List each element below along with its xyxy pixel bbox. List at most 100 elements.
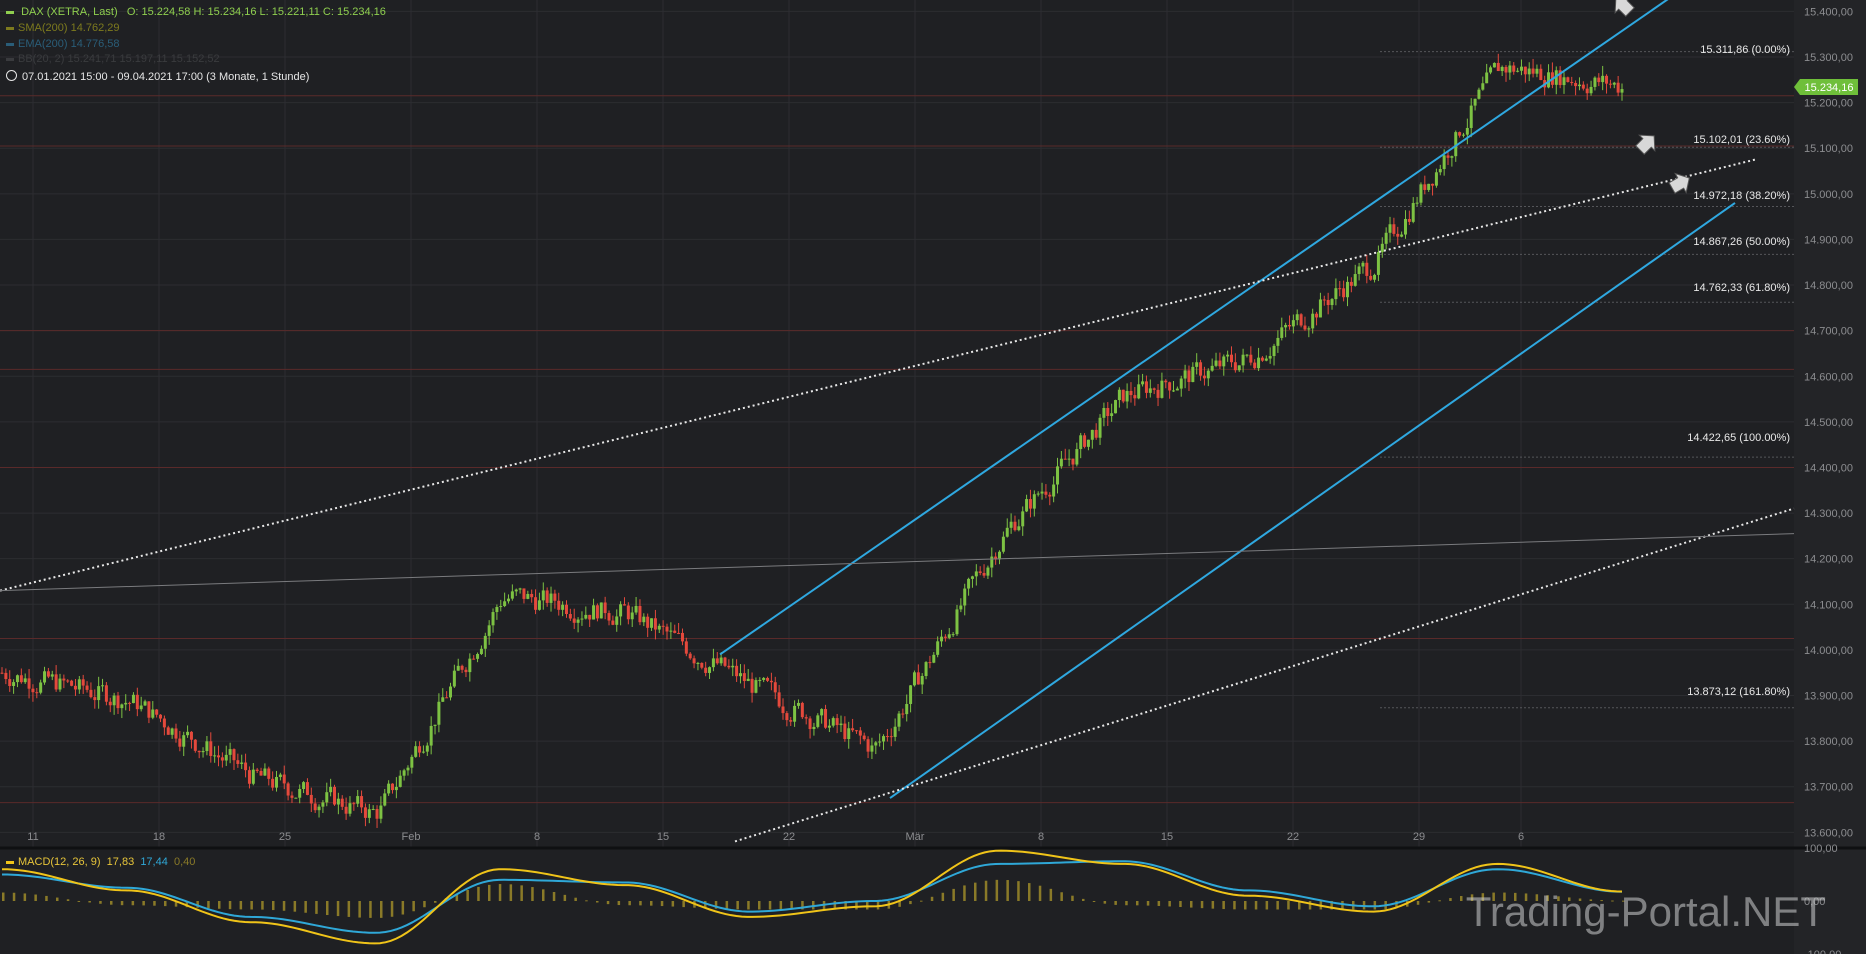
candle-body [1021,511,1025,527]
candle-body [731,665,735,668]
candle-body [1268,356,1272,359]
line-swatch-icon [6,42,14,46]
candle-body [711,658,715,668]
candle-body [1106,408,1110,417]
macd-histogram-bar [606,901,610,905]
fib-label-618: 14.762,33 (61.80%) [1693,282,1790,294]
candle-body [831,718,835,726]
macd-histogram-bar [1233,901,1236,910]
candle-body [159,714,163,719]
candle-body [1229,354,1233,363]
candle-body [104,685,108,702]
candle-body [1001,536,1005,552]
candle-body [592,605,596,620]
candle-body [1090,429,1094,440]
candle-body [418,746,422,753]
legend-bollinger[interactable]: BB(20, 2) 15.241,71 15.197,11 15.152,52 [6,53,220,65]
candle-body [1164,380,1168,383]
candle-body [1249,354,1253,363]
candle-body [1489,67,1493,73]
macd-histogram-bar [1200,901,1204,909]
candle-body [278,774,282,777]
candle-body [1620,89,1624,93]
macd-histogram-bar [293,901,297,912]
candle-body [537,600,541,610]
candle-body [468,658,472,673]
y-tick-label: 15.100,00 [1804,143,1853,155]
candle-body [1570,82,1574,84]
candle-body [1098,417,1102,438]
candle-body [1407,218,1411,222]
candle-body [89,689,93,698]
candle-body [1593,77,1597,87]
candle-body [1129,390,1133,396]
x-tick-label: Mär [906,831,925,843]
hist-value: 0,40 [173,856,196,868]
candle-body [800,702,804,718]
candle-body [1531,68,1535,74]
candle-body [135,694,139,710]
fib-label-236: 15.102,01 (23.60%) [1693,134,1790,146]
candle-body [967,578,971,589]
legend-sma[interactable]: SMA(200) 14.762,29 [6,22,120,34]
candle-body [1527,68,1531,75]
candle-body [491,612,495,626]
macd-histogram-bar [66,899,70,901]
candle-body [1187,370,1191,383]
y-tick-label: 15.000,00 [1804,189,1853,201]
macd-histogram-bar [1136,901,1139,906]
candle-body [1477,89,1481,99]
candle-body [1013,521,1017,531]
macd-histogram-bar [920,900,923,902]
candle-body [715,658,719,664]
candle-body [839,723,843,726]
candle-body [220,757,224,761]
candle-body [1276,337,1280,346]
candle-body [101,685,105,687]
candle-body [1257,357,1261,369]
candle-body [1612,82,1616,85]
candle-body [1083,435,1087,447]
candle-body [1396,233,1400,237]
macd-histogram-bar [315,901,318,914]
legend-instrument[interactable]: DAX (XETRA, Last) O: 15.224,58 H: 15.234… [6,6,386,18]
macd-histogram-bar [974,882,977,901]
macd-histogram-bar [552,892,556,901]
candle-body [920,676,924,685]
candle-body [1311,313,1315,329]
candle-body [738,673,742,677]
macd-histogram-bar [1146,901,1150,906]
candle-body [1516,70,1520,72]
candle-body [394,786,398,791]
macd-histogram-bar [596,901,599,903]
candle-body [282,774,286,784]
legend-macd[interactable]: MACD(12, 26, 9) 17,83 17,44 0,40 [6,856,195,868]
line-swatch-icon [6,860,14,864]
candle-body [545,590,549,603]
candle-body [893,726,897,737]
macd-histogram-bar [1244,901,1247,910]
candle-body [1117,389,1121,401]
candle-body [387,783,391,794]
macd-histogram-bar [768,901,772,910]
candle-body [677,632,681,634]
dax-chart[interactable]: 15.400,00 15.300,00 15.200,00 15.100,00 15.0… [0,0,1866,954]
legend-ema[interactable]: EMA(200) 14.776,58 [6,38,120,50]
candle-body [514,589,518,592]
candle-body [986,567,990,576]
macd-histogram-bar [77,900,81,902]
candle-body [309,794,313,804]
x-tick-label: 29 [1413,831,1425,843]
candle-body [1512,65,1516,72]
candle-body [1485,72,1489,84]
candle-body [785,713,789,721]
candle-body [294,797,298,799]
macd-histogram-bar [1341,901,1344,910]
candle-body [1056,466,1060,485]
y-tick-label: 15.200,00 [1804,98,1853,110]
candle-body [526,593,530,599]
y-tick-label: 14.500,00 [1804,417,1853,429]
candle-body [1067,458,1071,460]
candle-body [19,675,23,683]
y-tick-label: 14.800,00 [1804,280,1853,292]
